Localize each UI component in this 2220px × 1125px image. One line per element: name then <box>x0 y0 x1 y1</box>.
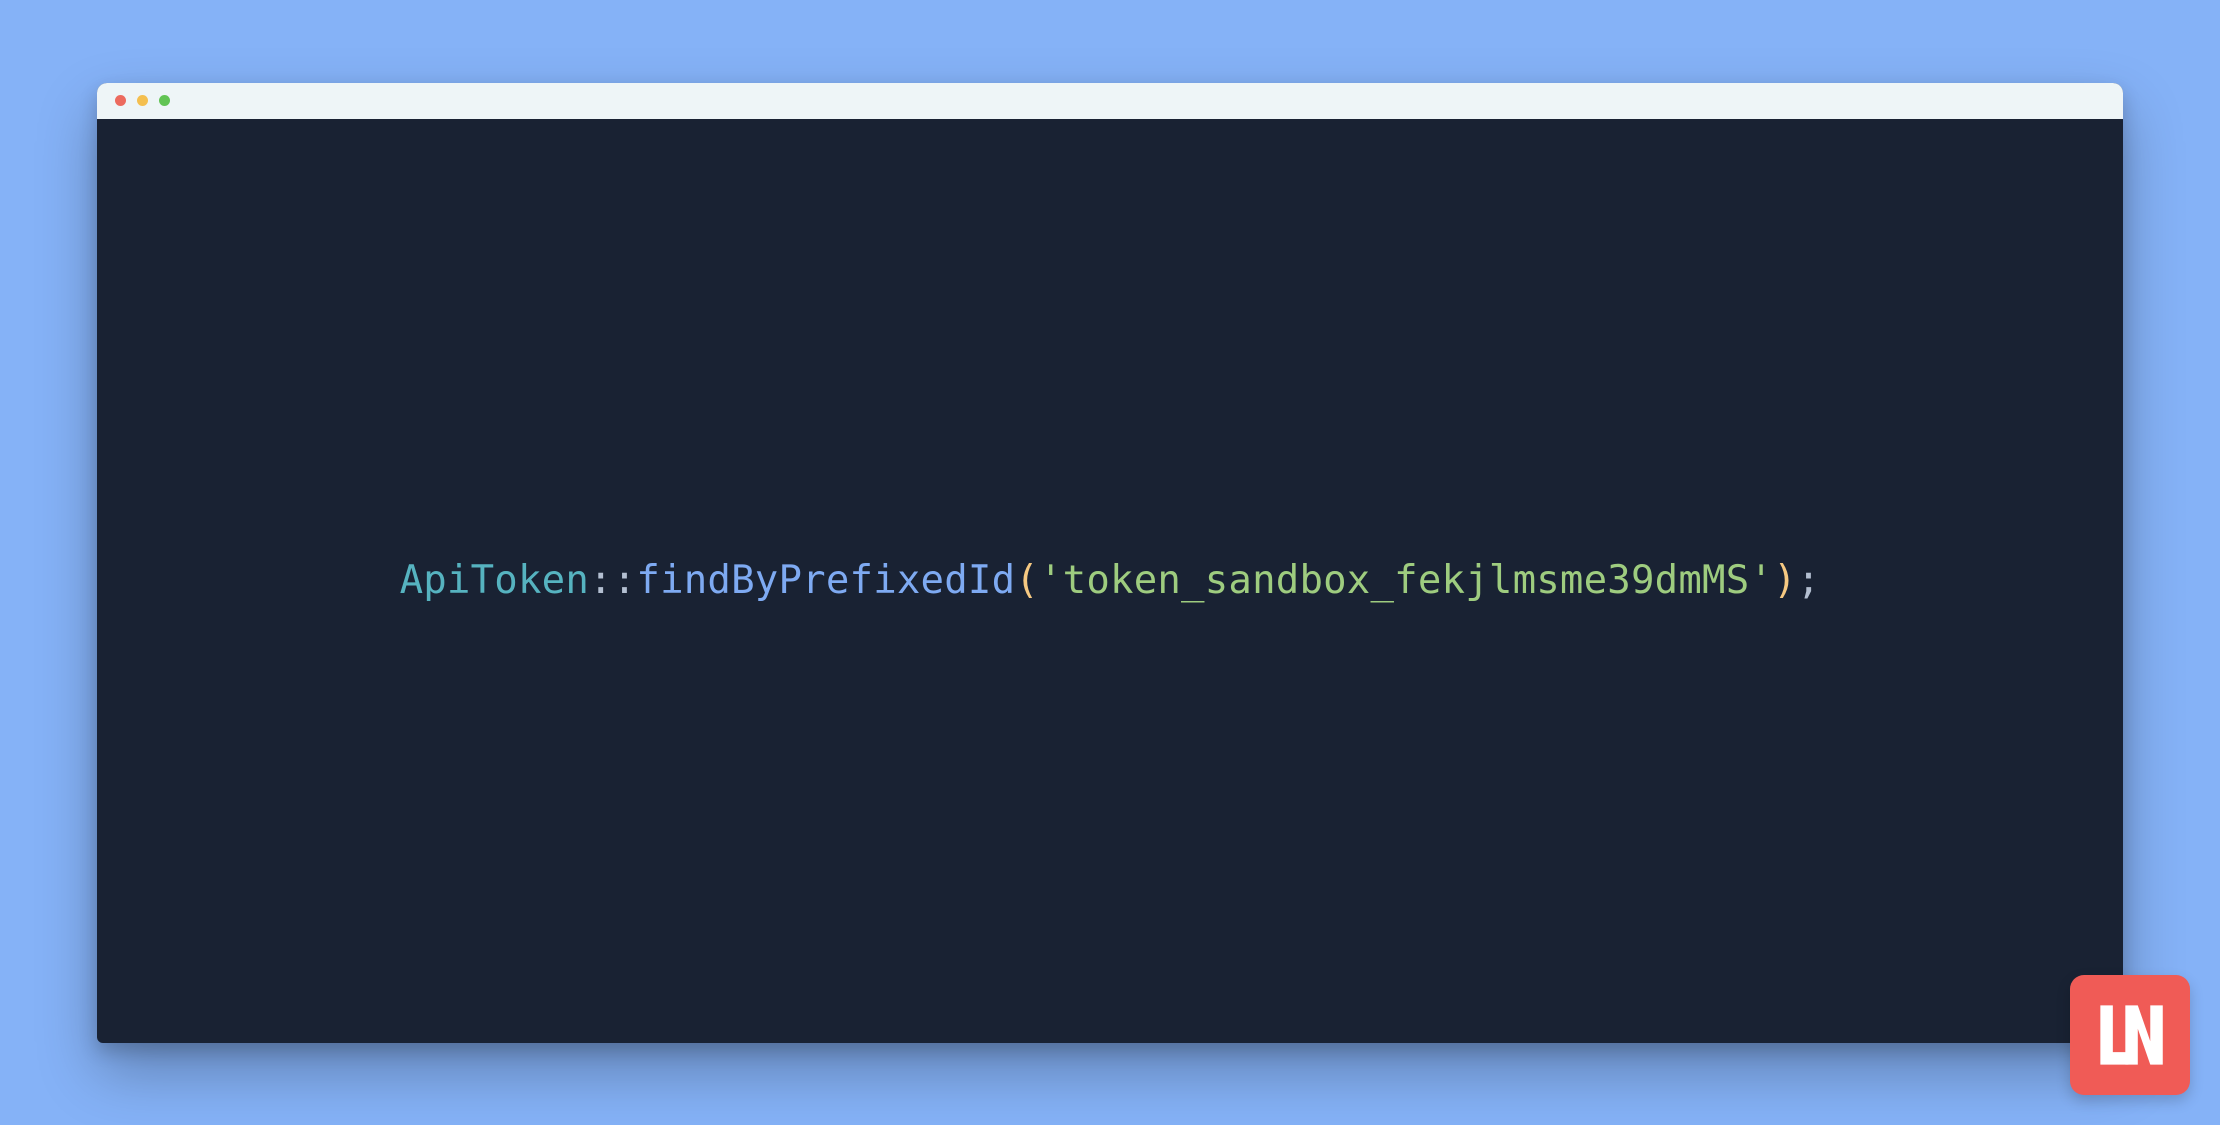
editor-body[interactable]: ApiToken::findByPrefixedId('token_sandbo… <box>97 119 2123 1043</box>
window-titlebar <box>97 83 2123 119</box>
editor-window: ApiToken::findByPrefixedId('token_sandbo… <box>97 83 2123 1043</box>
code-line: ApiToken::findByPrefixedId('token_sandbo… <box>400 558 1821 603</box>
token-class: ApiToken <box>400 558 589 603</box>
brand-logo-icon <box>2091 996 2169 1074</box>
token-scope-operator: :: <box>589 558 636 603</box>
maximize-icon[interactable] <box>159 95 170 106</box>
token-open-paren: ( <box>1015 558 1039 603</box>
minimize-icon[interactable] <box>137 95 148 106</box>
token-semicolon: ; <box>1797 558 1821 603</box>
token-close-paren: ) <box>1773 558 1797 603</box>
token-string: 'token_sandbox_fekjlmsme39dmMS' <box>1039 558 1773 603</box>
token-method: findByPrefixedId <box>636 558 1015 603</box>
brand-badge <box>2070 975 2190 1095</box>
close-icon[interactable] <box>115 95 126 106</box>
